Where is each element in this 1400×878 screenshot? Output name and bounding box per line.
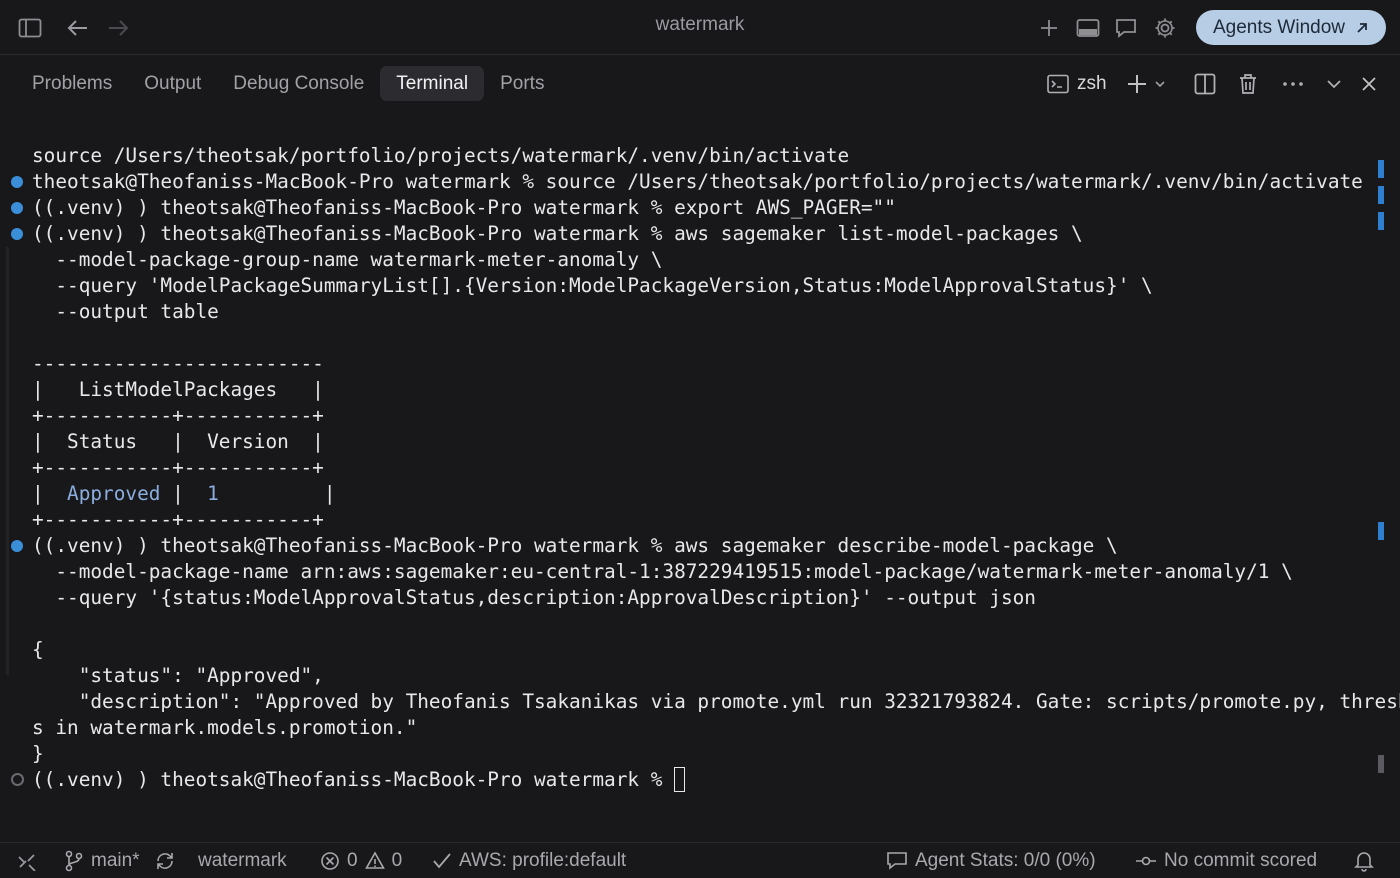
command-success-dot[interactable] xyxy=(11,176,23,188)
terminal-line: "status": "Approved", xyxy=(32,664,324,687)
title-bar: watermark Agents Window xyxy=(0,0,1400,55)
notifications-bell-icon[interactable] xyxy=(1354,849,1374,873)
agents-window-label: Agents Window xyxy=(1212,16,1345,38)
agent-chat-icon xyxy=(887,852,907,870)
external-arrow-icon xyxy=(1357,22,1367,33)
status-cell: Approved xyxy=(67,482,161,505)
agent-stats[interactable]: Agent Stats: 0/0 (0%) xyxy=(886,849,1096,873)
toggle-panel-icon[interactable] xyxy=(1072,12,1104,44)
sync-icon[interactable] xyxy=(154,849,176,873)
settings-gear-icon[interactable] xyxy=(1149,12,1181,44)
command-pending-dot[interactable] xyxy=(11,773,24,786)
table-title: | ListModelPackages | xyxy=(32,378,324,401)
tab-debug-console[interactable]: Debug Console xyxy=(217,66,380,101)
warning-icon xyxy=(364,851,385,869)
terminal-line: "description": "Approved by Theofanis Ts… xyxy=(32,690,1400,713)
branch-name: main* xyxy=(91,850,140,871)
terminal-line: source /Users/theotsak/portfolio/project… xyxy=(32,144,850,167)
scrollbar-mark xyxy=(1378,160,1384,178)
terminal-line: theotsak@Theofaniss-MacBook-Pro watermar… xyxy=(32,170,1363,193)
remote-icon[interactable] xyxy=(16,849,38,873)
warning-count: 0 xyxy=(391,850,403,871)
chevron-down-icon[interactable] xyxy=(1154,79,1166,89)
scrollbar-mark xyxy=(1378,522,1384,540)
table-row-pre: | xyxy=(32,482,68,505)
table-border: ------------------------- xyxy=(32,352,324,375)
aws-profile[interactable]: AWS: profile:default xyxy=(432,849,626,873)
command-success-dot[interactable] xyxy=(11,228,23,240)
command-success-dot[interactable] xyxy=(11,540,23,552)
table-border: +-----------+-----------+ xyxy=(32,456,324,479)
prompt-line[interactable]: ((.venv) ) theotsak@Theofaniss-MacBook-P… xyxy=(32,767,686,793)
split-terminal-icon[interactable] xyxy=(1194,68,1216,100)
terminal-line: --query 'ModelPackageSummaryList[].{Vers… xyxy=(32,274,1153,297)
new-terminal-button[interactable] xyxy=(1126,68,1166,100)
terminal-cursor xyxy=(674,767,686,792)
scrollbar-mark xyxy=(1378,755,1384,773)
table-header: | Status | Version | xyxy=(32,430,324,453)
terminal-line: --model-package-name arn:aws:sagemaker:e… xyxy=(32,560,1293,583)
new-plus-icon[interactable] xyxy=(1033,12,1065,44)
terminal-shell-selector[interactable]: zsh xyxy=(1047,68,1107,100)
problems-indicator[interactable]: 0 0 xyxy=(320,849,402,873)
table-row-mid: | xyxy=(160,482,208,505)
tab-terminal[interactable]: Terminal xyxy=(380,66,485,101)
table-border: +-----------+-----------+ xyxy=(32,404,324,427)
scrollbar-mark xyxy=(1378,212,1384,230)
tab-output[interactable]: Output xyxy=(128,66,217,101)
panel-tabs: Problems Output Debug Console Terminal P… xyxy=(16,66,560,102)
branch-indicator[interactable]: main* xyxy=(64,849,140,873)
scrollbar-mark xyxy=(1378,186,1384,204)
prompt-text: ((.venv) ) theotsak@Theofaniss-MacBook-P… xyxy=(32,768,675,791)
plus-icon xyxy=(1128,75,1146,93)
commit-score-label: No commit scored xyxy=(1164,850,1318,871)
terminal-line: ((.venv) ) theotsak@Theofaniss-MacBook-P… xyxy=(32,222,1083,245)
aws-profile-label: AWS: profile:default xyxy=(459,850,627,871)
table-border: +-----------+-----------+ xyxy=(32,508,324,531)
terminal-line: } xyxy=(32,742,44,765)
chat-icon[interactable] xyxy=(1110,12,1142,44)
error-count: 0 xyxy=(347,850,358,871)
commit-icon xyxy=(1136,856,1156,866)
close-panel-icon[interactable] xyxy=(1361,68,1377,100)
workspace-folder[interactable]: watermark xyxy=(198,849,287,873)
terminal-line: --output table xyxy=(32,300,219,323)
maximize-panel-chevron-icon[interactable] xyxy=(1326,68,1342,100)
more-actions-icon[interactable] xyxy=(1282,68,1304,100)
commit-score[interactable]: No commit scored xyxy=(1135,849,1317,873)
tab-ports[interactable]: Ports xyxy=(484,66,560,101)
terminal-line: ((.venv) ) theotsak@Theofaniss-MacBook-P… xyxy=(32,196,896,219)
terminal-line: --query '{status:ModelApprovalStatus,des… xyxy=(32,586,1036,609)
terminal-line: --model-package-group-name watermark-met… xyxy=(32,248,663,271)
command-gutter xyxy=(6,247,9,675)
trash-icon[interactable] xyxy=(1238,68,1258,100)
git-branch-icon xyxy=(65,850,83,872)
agent-stats-label: Agent Stats: 0/0 (0%) xyxy=(915,850,1096,871)
table-row: | Approved | 1 | xyxy=(32,481,336,507)
table-row-post: | xyxy=(218,482,336,505)
agents-window-button[interactable]: Agents Window xyxy=(1196,10,1386,45)
tab-problems[interactable]: Problems xyxy=(16,66,128,101)
check-icon xyxy=(433,853,451,869)
command-success-dot[interactable] xyxy=(11,202,23,214)
shell-label: zsh xyxy=(1077,73,1107,94)
status-bar: main* watermark 0 0 AWS: profile:default… xyxy=(0,842,1400,878)
terminal-line: s in watermark.models.promotion." xyxy=(32,716,418,739)
terminal-line: ((.venv) ) theotsak@Theofaniss-MacBook-P… xyxy=(32,534,1118,557)
terminal-icon xyxy=(1047,74,1069,94)
version-cell: 1 xyxy=(207,482,219,505)
terminal-line: { xyxy=(32,638,44,661)
error-icon xyxy=(321,852,339,870)
window-title: watermark xyxy=(655,14,745,35)
